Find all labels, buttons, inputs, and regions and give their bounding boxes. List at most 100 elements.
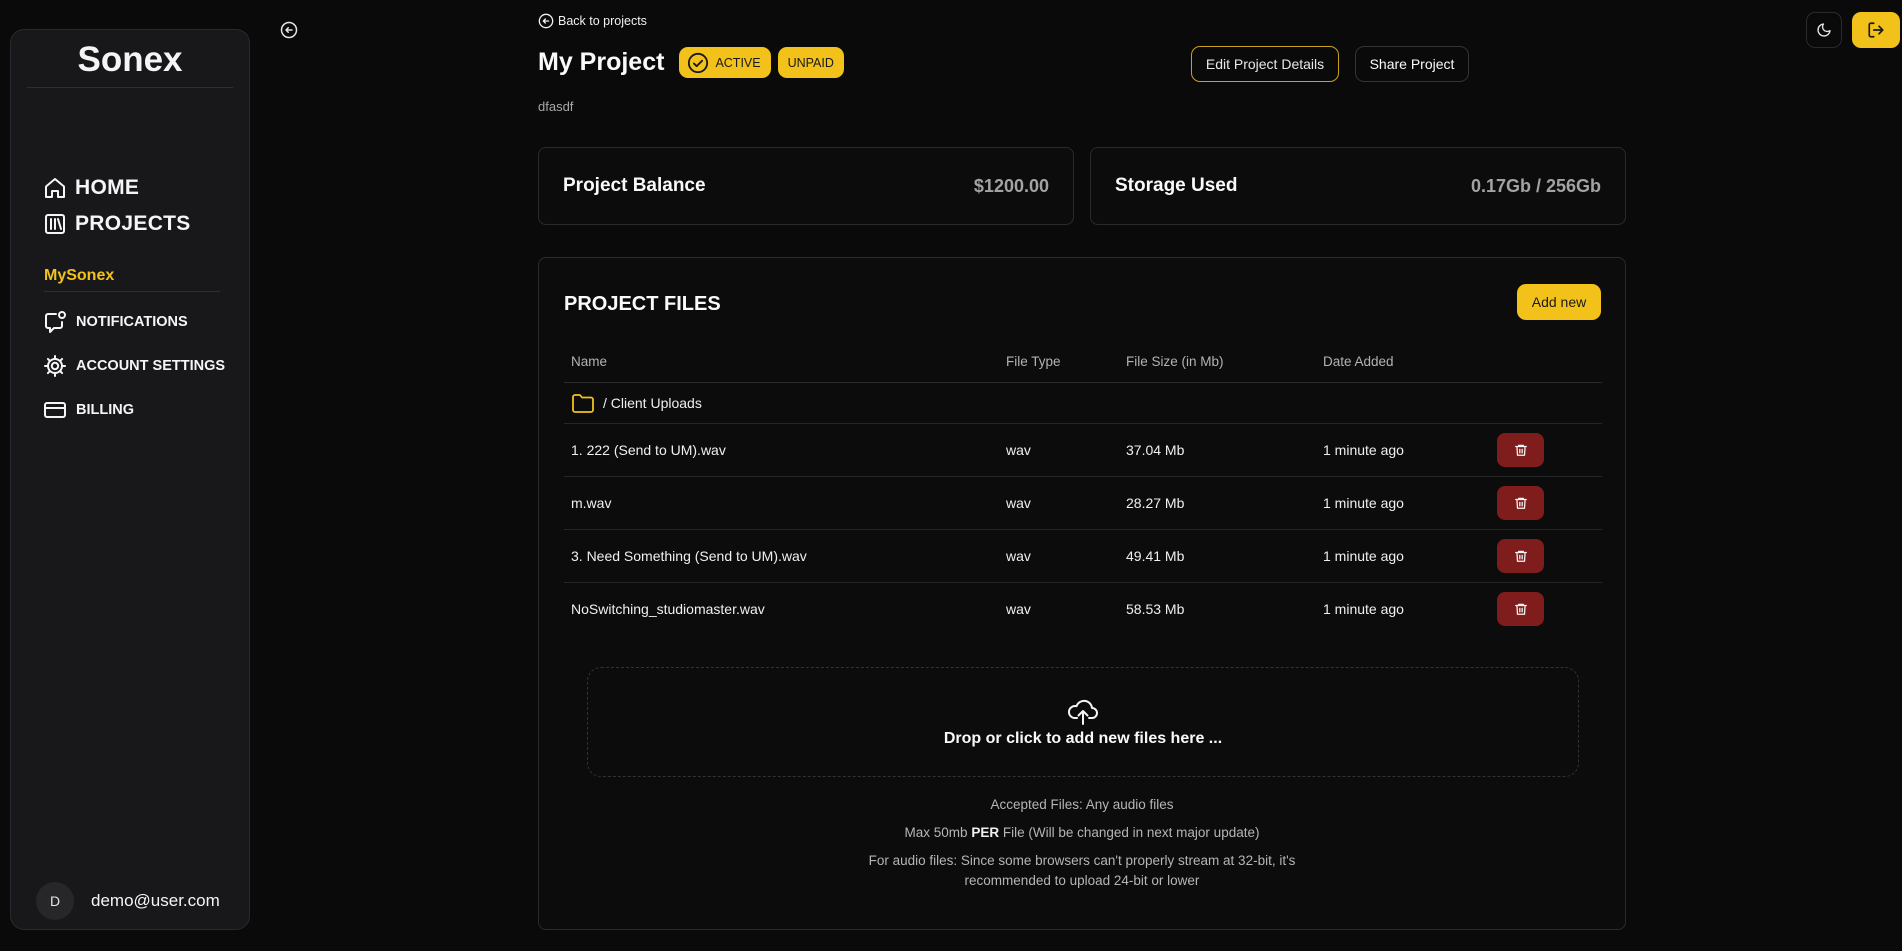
max-size-emphasis: PER: [971, 825, 1000, 840]
folder-name: / Client Uploads: [603, 394, 702, 411]
delete-file-button[interactable]: [1497, 485, 1544, 520]
nav-item-notifications[interactable]: NOTIFICATIONS: [43, 300, 225, 344]
logout-button[interactable]: [1852, 12, 1900, 48]
column-header-actions: [1490, 342, 1602, 383]
cloud-upload-icon: [1067, 699, 1098, 725]
project-files-title: PROJECT FILES: [564, 293, 721, 315]
table-row[interactable]: 3. Need Something (Send to UM).wav wav 4…: [564, 529, 1602, 583]
payment-badge-label: UNPAID: [787, 55, 834, 70]
upload-notes: Accepted Files: Any audio files Max 50mb…: [539, 795, 1625, 891]
avatar: D: [36, 882, 74, 920]
user-email: demo@user.com: [91, 891, 220, 910]
table-row[interactable]: m.wav wav 28.27 Mb 1 minute ago: [564, 476, 1602, 530]
notification-icon: [45, 311, 66, 333]
payment-badge: UNPAID: [777, 47, 844, 78]
trash-icon: [1514, 444, 1527, 456]
brand-logo[interactable]: Sonex: [27, 40, 233, 88]
project-balance-label: Project Balance: [563, 175, 706, 196]
arrow-left-circle-icon: [538, 13, 554, 29]
file-name: 3. Need Something (Send to UM).wav: [564, 529, 999, 583]
moon-icon: [1817, 23, 1831, 37]
user-profile[interactable]: D demo@user.com: [36, 882, 220, 920]
nav-item-home-label: HOME: [75, 176, 140, 199]
table-row[interactable]: 1. 222 (Send to UM).wav wav 37.04 Mb 1 m…: [564, 423, 1602, 477]
project-files-card: PROJECT FILES Add new Name File Type Fil…: [538, 257, 1626, 930]
file-date: 1 minute ago: [1316, 423, 1490, 477]
status-badge-label: ACTIVE: [715, 55, 761, 70]
column-header-file-type: File Type: [999, 342, 1119, 383]
nav-item-projects-label: PROJECTS: [75, 212, 191, 235]
project-balance-value: $1200.00: [973, 175, 1049, 196]
nav-item-projects[interactable]: PROJECTS: [43, 206, 191, 242]
dropzone-text: Drop or click to add new files here ...: [943, 730, 1223, 747]
credit-card-icon: [44, 402, 66, 418]
files-table: Name File Type File Size (in Mb) Date Ad…: [564, 342, 1602, 635]
nav-item-account-settings-label: ACCOUNT SETTINGS: [76, 358, 226, 374]
share-project-button[interactable]: Share Project: [1355, 46, 1469, 82]
logout-icon: [1868, 22, 1884, 38]
nav-item-account-settings[interactable]: ACCOUNT SETTINGS: [43, 344, 225, 388]
back-to-projects-label: Back to projects: [558, 14, 647, 28]
table-header-row: Name File Type File Size (in Mb) Date Ad…: [564, 342, 1602, 383]
trash-icon: [1514, 497, 1527, 509]
add-new-button[interactable]: Add new: [1517, 284, 1601, 320]
file-size: 28.27 Mb: [1119, 476, 1316, 530]
gear-icon: [44, 355, 66, 377]
file-date: 1 minute ago: [1323, 600, 1404, 617]
storage-used-card: Storage Used 0.17Gb / 256Gb: [1090, 147, 1626, 225]
trash-icon: [1514, 603, 1527, 615]
nav-item-home[interactable]: HOME: [43, 170, 191, 206]
file-type: wav: [999, 476, 1119, 530]
main-nav: HOME PROJECTS: [43, 170, 191, 242]
file-dropzone[interactable]: Drop or click to add new files here ...: [587, 667, 1579, 777]
file-size: 58.53 Mb: [1126, 600, 1185, 617]
table-row[interactable]: NoSwitching_studiomaster.wav wav 58.53 M…: [564, 582, 1602, 635]
delete-file-button[interactable]: [1497, 538, 1544, 573]
page-title: My Project: [538, 48, 665, 76]
file-name: 1. 222 (Send to UM).wav: [564, 423, 999, 477]
nav-item-billing[interactable]: BILLING: [43, 388, 225, 432]
edit-project-button[interactable]: Edit Project Details: [1191, 46, 1339, 82]
nav-item-billing-label: BILLING: [76, 402, 134, 418]
max-size-suffix: File (Will be changed in next major upda…: [1002, 825, 1260, 840]
storage-used-value: 0.17Gb / 256Gb: [1470, 175, 1601, 196]
theme-toggle-button[interactable]: [1806, 12, 1842, 48]
column-header-date-added: Date Added: [1316, 342, 1490, 383]
project-description: dfasdf: [538, 99, 574, 114]
column-header-file-size: File Size (in Mb): [1119, 342, 1316, 383]
audio-note: For audio files: Since some browsers can…: [539, 851, 1625, 891]
file-type: wav: [1006, 600, 1031, 617]
accepted-files-note: Accepted Files: Any audio files: [990, 797, 1174, 812]
sidebar: Sonex HOME PROJECTS MySonex NOTIFICATION…: [10, 29, 250, 930]
delete-file-button[interactable]: [1497, 432, 1544, 467]
delete-file-button[interactable]: [1497, 591, 1544, 626]
storage-used-label: Storage Used: [1115, 175, 1238, 196]
file-date: 1 minute ago: [1316, 529, 1490, 583]
title-row: My Project ACTIVE UNPAID: [538, 47, 844, 78]
file-date: 1 minute ago: [1316, 476, 1490, 530]
collapse-sidebar-icon[interactable]: [280, 21, 298, 39]
home-icon: [45, 178, 65, 198]
file-size: 49.41 Mb: [1119, 529, 1316, 583]
library-icon: [45, 214, 65, 234]
section-title-mysonex: MySonex: [44, 267, 220, 292]
file-type: wav: [999, 423, 1119, 477]
file-name: NoSwitching_studiomaster.wav: [571, 600, 765, 617]
sub-nav: NOTIFICATIONS ACCOUNT SETTINGS BILLING: [43, 300, 225, 432]
trash-icon: [1514, 550, 1527, 562]
column-header-name: Name: [564, 342, 999, 383]
audio-note-line-1: For audio files: Since some browsers can…: [868, 853, 1296, 868]
folder-icon: [572, 393, 594, 413]
status-badge: ACTIVE: [679, 47, 771, 78]
project-balance-card: Project Balance $1200.00: [538, 147, 1074, 225]
file-size: 37.04 Mb: [1119, 423, 1316, 477]
audio-note-line-2: recommended to upload 24-bit or lower: [964, 873, 1200, 888]
max-size-prefix: Max 50mb: [904, 825, 968, 840]
file-name: m.wav: [564, 476, 999, 530]
check-circle-icon: [688, 52, 709, 73]
back-to-projects-link[interactable]: Back to projects: [538, 13, 647, 29]
folder-row[interactable]: / Client Uploads: [564, 382, 1602, 424]
file-type: wav: [999, 529, 1119, 583]
nav-item-notifications-label: NOTIFICATIONS: [76, 314, 188, 330]
max-size-note: Max 50mb PER File (Will be changed in ne…: [539, 823, 1625, 843]
